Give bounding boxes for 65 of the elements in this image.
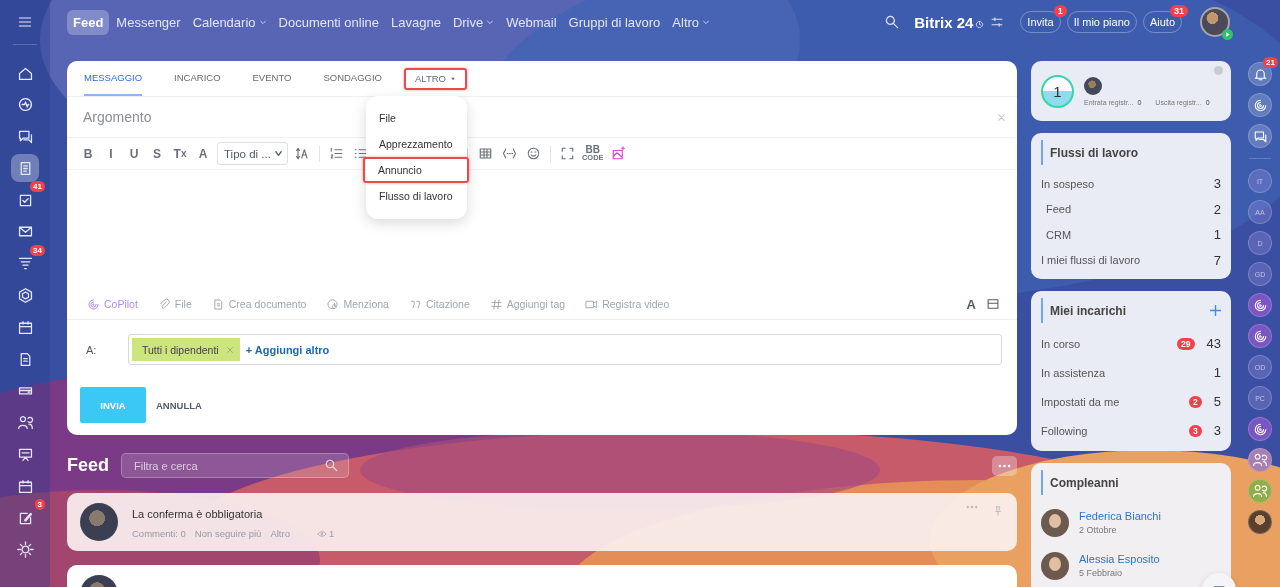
post-title[interactable]: La conferma è obbligatoria: [132, 508, 952, 520]
counter-badge: 21: [1263, 57, 1278, 68]
nav-tab[interactable]: Drive: [447, 9, 500, 35]
person-name[interactable]: Federica Bianchi: [1079, 510, 1161, 522]
person-name[interactable]: Alessia Esposito: [1079, 553, 1160, 565]
editor-action[interactable]: CoPilot: [87, 297, 138, 311]
nav-tab[interactable]: Calendario: [187, 9, 272, 35]
counter-badge: 29: [1177, 337, 1195, 350]
nav-tab[interactable]: Altro: [667, 9, 716, 35]
cancel-button[interactable]: ANNULLA: [156, 399, 202, 411]
row-value: 2: [1213, 201, 1221, 217]
counter-badge: 3: [34, 499, 45, 511]
card-title: Miei incarichi: [1050, 303, 1127, 318]
counter-badge: 41: [30, 181, 45, 193]
tab[interactable]: EVENTO: [252, 61, 292, 96]
format-button[interactable]: A: [966, 296, 976, 312]
nav-tab[interactable]: Gruppi di lavoro: [563, 9, 666, 35]
tab[interactable]: ALTRO: [404, 67, 467, 90]
counter-badge: 3: [1189, 424, 1202, 437]
row-value: 1: [1213, 365, 1221, 380]
row-label[interactable]: I miei flussi di lavoro: [1041, 254, 1141, 267]
row-value: 3: [1213, 176, 1221, 192]
menu-item[interactable]: File: [366, 105, 467, 131]
recipient-field[interactable]: Tutti i dipendenti + Aggiungi altro: [128, 334, 1002, 365]
format-button[interactable]: B: [79, 142, 97, 165]
format-button[interactable]: U: [125, 142, 143, 165]
logo: Bitrix 24: [914, 13, 974, 31]
menu-item[interactable]: Apprezzamento: [366, 131, 467, 157]
row-value: 5: [1213, 394, 1221, 409]
row-value: 1: [1213, 227, 1221, 243]
birthday-date: 5 Febbraio: [1079, 568, 1124, 578]
row-label[interactable]: In sospeso: [1041, 177, 1095, 190]
tab[interactable]: SONDAGGIO: [323, 61, 382, 96]
add-recipient-link[interactable]: + Aggiungi altro: [245, 343, 330, 356]
row-value: 7: [1213, 252, 1221, 268]
format-button[interactable]: S: [148, 142, 166, 165]
row-value: 3: [1213, 423, 1221, 438]
menu-item[interactable]: Flusso di lavoro: [366, 183, 467, 209]
views-count: 1: [328, 528, 335, 539]
tab[interactable]: INCARICO: [174, 61, 221, 96]
menu-item[interactable]: Annuncio: [363, 157, 469, 183]
nav-tab[interactable]: Documenti online: [273, 9, 384, 35]
nav-tab[interactable]: Feed: [67, 9, 110, 35]
row-label[interactable]: CRM: [1046, 228, 1072, 241]
row-label[interactable]: Following: [1041, 424, 1088, 437]
feed-title: Feed: [67, 455, 109, 476]
font-select[interactable]: Tipo di ...: [217, 142, 288, 165]
row-label[interactable]: Impostati da me: [1041, 395, 1120, 408]
card-title: Compleanni: [1050, 475, 1119, 490]
row-label[interactable]: Feed: [1046, 203, 1072, 216]
counter-badge: 34: [30, 244, 45, 256]
format-button[interactable]: A: [194, 142, 212, 165]
nav-tab[interactable]: Messenger: [111, 9, 186, 35]
card-title: Flussi di lavoro: [1050, 145, 1139, 160]
nav-tab[interactable]: Lavagne: [386, 9, 446, 35]
nav-tab[interactable]: Webmail: [501, 9, 562, 35]
recipient-label: A:: [86, 343, 98, 356]
row-label[interactable]: In corso: [1041, 337, 1081, 350]
row-value: 43: [1206, 336, 1221, 351]
tab[interactable]: MESSAGGIO: [84, 61, 143, 96]
birthday-date: 2 Ottobre: [1079, 525, 1118, 535]
format-button[interactable]: I: [102, 142, 120, 165]
counter-badge: 2: [1189, 395, 1202, 408]
row-label[interactable]: In assistenza: [1041, 366, 1106, 379]
recipient-tag[interactable]: Tutti i dipendenti: [132, 338, 240, 361]
